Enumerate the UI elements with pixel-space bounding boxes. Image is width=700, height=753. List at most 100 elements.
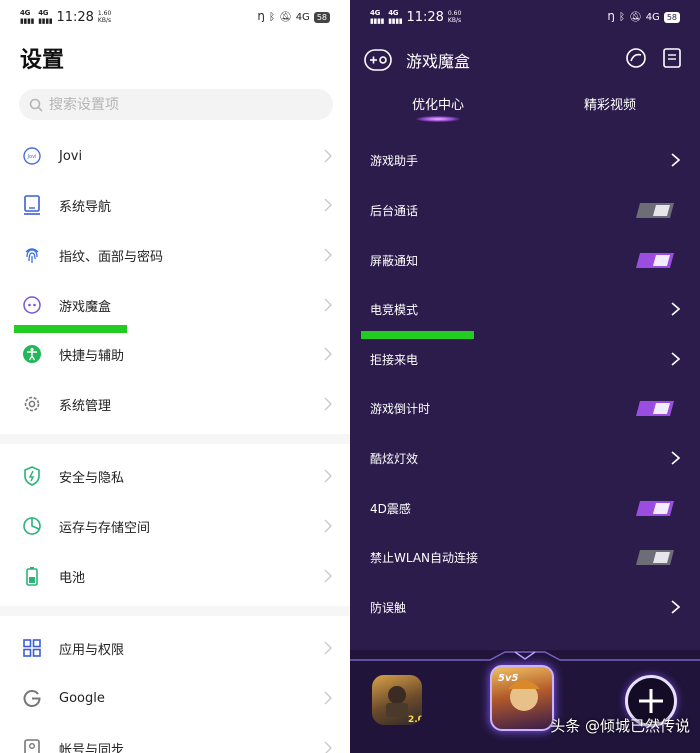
settings-item-system-navigation[interactable]: 系统导航 — [0, 185, 350, 225]
signal-indicator-2: 4G ▮▮▮▮ — [388, 9, 403, 25]
gamebox-item-game-assistant[interactable]: 游戏助手 — [350, 138, 700, 182]
network-type: 4G — [295, 11, 310, 23]
page-title: 游戏魔盒 — [406, 52, 471, 71]
settings-item-battery[interactable]: 电池 — [0, 556, 350, 596]
highlight-underline — [14, 325, 127, 333]
signal-indicator-1: 4G ▮▮▮▮ — [20, 9, 35, 25]
bluetooth-icon: ᛒ — [268, 11, 275, 23]
section-divider — [0, 606, 350, 616]
google-icon — [20, 686, 44, 710]
accessibility-icon — [20, 342, 44, 366]
settings-item-label: 帐号与同步 — [59, 742, 125, 753]
settings-item-game-box[interactable]: 游戏魔盒 — [0, 285, 350, 325]
pubg-app-icon[interactable]: 2.0 — [372, 675, 422, 725]
gamebox-item-label: 屏蔽通知 — [370, 253, 419, 268]
gamebox-item-label: 游戏倒计时 — [370, 401, 431, 416]
status-time: 11:28 — [406, 9, 444, 25]
settings-item-system-management[interactable]: 系统管理 — [0, 384, 350, 424]
gamepad-icon — [20, 293, 44, 317]
network-speed: 0.60 KB/s — [447, 10, 462, 24]
settings-item-label: 安全与隐私 — [59, 470, 125, 486]
settings-item-label: 快捷与辅助 — [59, 348, 125, 364]
chevron-right-icon — [324, 347, 332, 361]
battery-level: 58 — [313, 11, 330, 23]
gamebox-item-anti-mistouch[interactable]: 防误触 — [350, 585, 700, 629]
status-bar: 4G ▮▮▮▮ 4G ▮▮▮▮ 11:28 0.60 KB/s Ŋ ᛒ 🔕︎ 4G 5… — [370, 8, 680, 26]
gamebox-item-4d-vibration[interactable]: 4D震感 — [350, 486, 700, 530]
settings-item-google[interactable]: Google — [0, 678, 350, 718]
network-speed: 1.60 KB/s — [97, 10, 112, 24]
gamebox-item-label: 禁止WLAN自动连接 — [370, 550, 479, 565]
gamebox-item-reject-calls[interactable]: 拒接来电 — [350, 337, 700, 381]
settings-item-memory-storage[interactable]: 运存与存储空间 — [0, 506, 350, 546]
shield-icon — [20, 464, 44, 488]
game-box-header: 游戏魔盒 — [350, 36, 700, 84]
chevron-right-icon — [324, 641, 332, 655]
mute-icon: 🔕︎ — [628, 11, 642, 23]
game-box-add-icon[interactable] — [364, 49, 392, 71]
toggle-on[interactable] — [636, 253, 674, 268]
settings-screen: 4G ▮▮▮▮ 4G ▮▮▮▮ 11:28 1.60 KB/s Ŋ ᛒ 🔕︎ 4G 5… — [0, 0, 350, 753]
mute-icon: 🔕︎ — [278, 11, 292, 23]
settings-item-label: Google — [59, 690, 105, 706]
tab-optimization-center[interactable]: 优化中心 — [412, 94, 464, 113]
chevron-right-icon — [671, 352, 680, 366]
settings-item-apps-permissions[interactable]: 应用与权限 — [0, 628, 350, 668]
gamebox-item-disable-wlan-autoconnect[interactable]: 禁止WLAN自动连接 — [350, 535, 700, 579]
chevron-right-icon — [324, 569, 332, 583]
status-time: 11:28 — [56, 9, 94, 25]
settings-item-label: 系统导航 — [59, 199, 112, 215]
watermark-text: 头条 @倾城已然传说 — [550, 717, 690, 735]
page-title: 设置 — [20, 48, 65, 73]
battery-level: 58 — [663, 11, 680, 23]
chevron-right-icon — [324, 149, 332, 163]
gamebox-item-label: 电竞模式 — [370, 302, 419, 317]
settings-item-label: 游戏魔盒 — [59, 299, 112, 315]
honor-of-kings-app-icon[interactable]: 5v5 — [490, 665, 554, 731]
gear-icon — [20, 392, 44, 416]
svg-text:5v5: 5v5 — [498, 673, 518, 684]
settings-item-label: 电池 — [59, 570, 86, 586]
gamebox-item-block-notifications[interactable]: 屏蔽通知 — [350, 238, 700, 282]
jovi-icon: Jovi — [20, 144, 44, 168]
settings-item-label: 系统管理 — [59, 398, 112, 414]
fingerprint-icon — [20, 243, 44, 267]
chevron-right-icon — [324, 397, 332, 411]
settings-item-jovi[interactable]: Jovi Jovi — [0, 136, 350, 176]
plus-icon — [639, 689, 663, 713]
toggle-on[interactable] — [636, 401, 674, 416]
gamebox-item-label: 游戏助手 — [370, 153, 419, 168]
gamebox-item-esports-mode[interactable]: 电竞模式 — [350, 287, 700, 331]
tab-bar: 优化中心 精彩视频 — [350, 90, 700, 124]
tab-highlight-videos[interactable]: 精彩视频 — [584, 94, 636, 113]
speedometer-icon — [626, 48, 646, 68]
performance-button[interactable] — [624, 46, 648, 70]
settings-item-security-privacy[interactable]: 安全与隐私 — [0, 456, 350, 496]
active-tab-indicator — [416, 116, 460, 122]
toggle-on[interactable] — [636, 501, 674, 516]
tablet-icon — [20, 193, 44, 217]
chevron-right-icon — [324, 691, 332, 705]
svg-text:Jovi: Jovi — [27, 154, 37, 160]
signal-indicator-2: 4G ▮▮▮▮ — [38, 9, 53, 25]
settings-item-shortcuts-accessibility[interactable]: 快捷与辅助 — [0, 334, 350, 374]
settings-item-account-sync[interactable]: 帐号与同步 — [0, 728, 350, 753]
list-icon — [663, 48, 681, 68]
menu-button[interactable] — [660, 46, 684, 70]
chevron-right-icon — [671, 302, 680, 316]
toggle-off[interactable] — [636, 203, 674, 218]
gamebox-item-game-countdown[interactable]: 游戏倒计时 — [350, 386, 700, 430]
search-bar[interactable] — [19, 89, 333, 120]
settings-item-label: 运存与存储空间 — [59, 520, 151, 536]
gamebox-item-cool-lighting[interactable]: 酷炫灯效 — [350, 436, 700, 480]
toggle-off[interactable] — [636, 550, 674, 565]
gamebox-item-label: 拒接来电 — [370, 352, 419, 367]
account-icon — [20, 736, 44, 753]
settings-item-biometrics[interactable]: 指纹、面部与密码 — [0, 235, 350, 275]
gamebox-item-background-call[interactable]: 后台通话 — [350, 188, 700, 232]
chevron-right-icon — [324, 248, 332, 262]
chevron-right-icon — [671, 600, 680, 614]
chevron-right-icon — [324, 198, 332, 212]
status-icons: Ŋ ᛒ 🔕︎ 4G 58 — [258, 11, 330, 23]
search-input[interactable] — [49, 96, 309, 113]
